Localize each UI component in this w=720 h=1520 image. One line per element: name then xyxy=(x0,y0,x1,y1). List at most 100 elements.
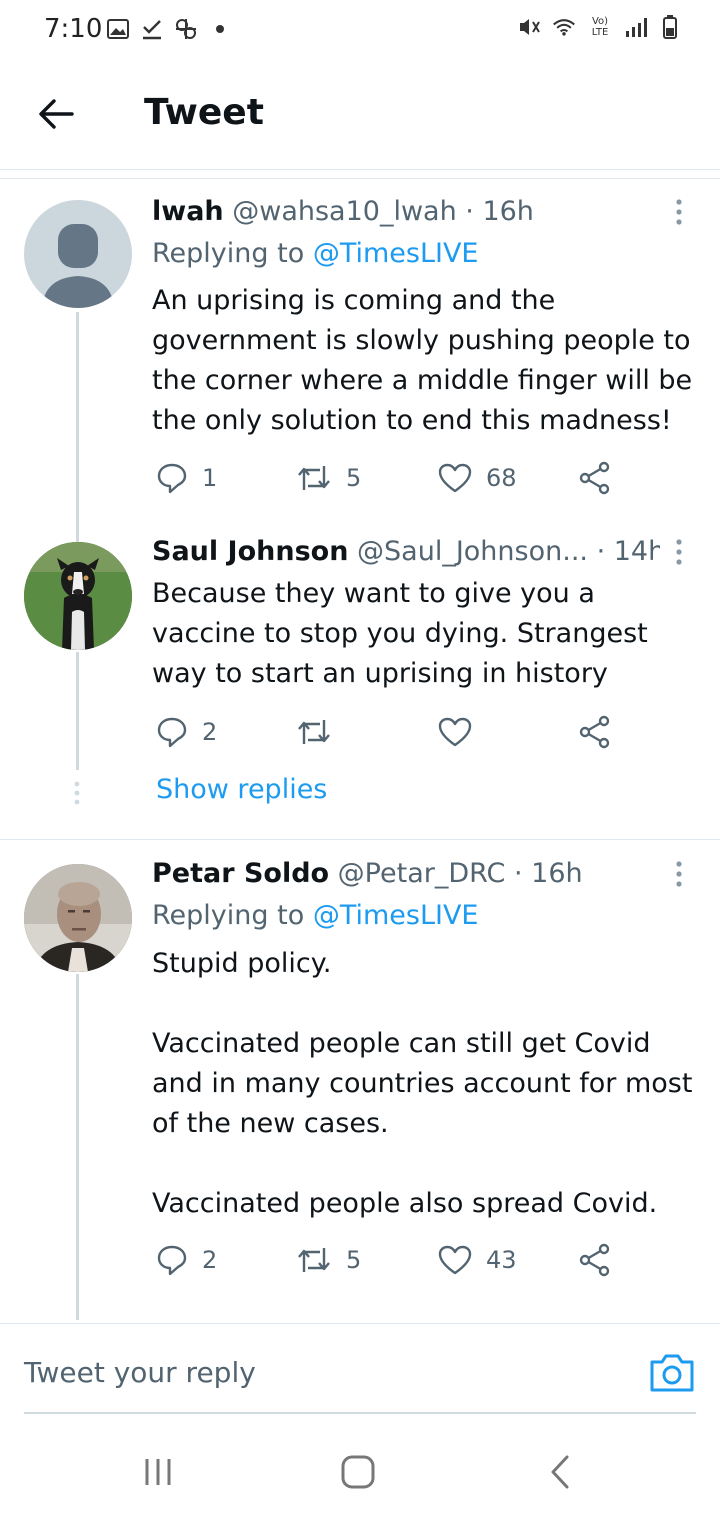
tweet-time: · 16h xyxy=(465,196,534,227)
share-button[interactable] xyxy=(578,1238,612,1282)
thread-line xyxy=(76,652,79,770)
reply-icon xyxy=(157,1245,187,1276)
tweet-time: · 14h xyxy=(596,536,660,567)
retweet-button[interactable] xyxy=(296,710,346,754)
share-icon xyxy=(579,1243,610,1277)
tweet-time: · 16h xyxy=(514,858,583,889)
retweet-icon xyxy=(298,720,330,744)
status-time: 7:10 xyxy=(44,14,103,44)
tweet-card[interactable]: Petar Soldo @Petar_DRC · 16h Replying to… xyxy=(0,840,720,1322)
retweet-icon xyxy=(298,466,330,490)
thread-line xyxy=(76,974,79,1320)
author-handle[interactable]: @Saul_Johnson... xyxy=(357,536,588,567)
wifi-icon xyxy=(552,14,576,40)
back-button[interactable] xyxy=(30,88,82,140)
tweet-text: Stupid policy. Vaccinated people can sti… xyxy=(152,948,693,1219)
reply-composer[interactable]: Tweet your reply xyxy=(0,1324,720,1416)
more-vertical-icon xyxy=(676,539,682,565)
like-button[interactable] xyxy=(438,710,486,754)
tweet-actions: 2 5 43 xyxy=(152,1238,632,1282)
like-button[interactable]: 43 xyxy=(438,1238,517,1282)
back-nav-button[interactable] xyxy=(530,1450,590,1494)
check-download-icon xyxy=(140,16,164,42)
heart-icon xyxy=(438,717,472,747)
show-replies-row: Show replies xyxy=(0,770,720,816)
image-icon xyxy=(106,16,130,42)
show-replies-link[interactable]: Show replies xyxy=(156,774,327,805)
tweet-card[interactable]: Saul Johnson @Saul_Johnson... · 14h Beca… xyxy=(0,520,720,770)
mention-link[interactable]: @TimesLIVE xyxy=(313,900,479,931)
page-title: Tweet xyxy=(144,92,264,133)
mute-icon xyxy=(518,14,542,40)
author-handle[interactable]: @wahsa10_lwah xyxy=(232,196,456,227)
arrow-left-icon xyxy=(39,99,74,129)
more-options-button[interactable] xyxy=(666,854,692,894)
share-icon xyxy=(579,715,610,749)
tweet-text: An uprising is coming and the government… xyxy=(152,285,693,436)
reply-button[interactable]: 2 xyxy=(156,710,217,754)
more-vertical-icon xyxy=(676,199,682,225)
tweet-card[interactable]: lwah @wahsa10_lwah · 16h Replying to @Ti… xyxy=(0,180,720,520)
retweet-count: 5 xyxy=(346,464,362,492)
home-icon xyxy=(341,1455,375,1489)
reply-input[interactable]: Tweet your reply xyxy=(24,1356,256,1389)
status-bar: 7:10 Vo) LTE xyxy=(0,0,720,62)
reply-count: 1 xyxy=(202,464,218,492)
pinwheel-icon xyxy=(174,16,198,42)
dot-icon xyxy=(208,16,232,42)
profile-photo-image xyxy=(24,864,132,972)
thread-line xyxy=(76,520,79,542)
heart-icon xyxy=(438,463,472,493)
divider xyxy=(0,171,720,179)
top-app-bar: Tweet xyxy=(0,62,720,170)
retweet-count: 5 xyxy=(346,1246,362,1274)
battery-icon xyxy=(658,14,682,40)
recent-apps-button[interactable] xyxy=(128,1450,188,1494)
reply-icon xyxy=(157,717,187,748)
reply-button[interactable]: 2 xyxy=(156,1238,217,1282)
thread-dots-icon xyxy=(74,781,80,805)
signal-icon xyxy=(624,14,648,40)
tweet-text: Because they want to give you a vaccine … xyxy=(152,578,648,689)
retweet-button[interactable]: 5 xyxy=(296,1238,361,1282)
retweet-icon xyxy=(298,1248,330,1272)
avatar[interactable] xyxy=(24,200,132,308)
volte-icon: Vo) LTE xyxy=(591,16,609,38)
like-count: 43 xyxy=(486,1246,517,1274)
replying-to: Replying to @TimesLIVE xyxy=(152,238,479,269)
reply-icon xyxy=(157,463,187,494)
avatar[interactable] xyxy=(24,864,132,972)
share-button[interactable] xyxy=(578,456,612,500)
more-options-button[interactable] xyxy=(666,192,692,232)
camera-icon xyxy=(650,1354,694,1392)
retweet-button[interactable]: 5 xyxy=(296,456,361,500)
reply-underline xyxy=(24,1412,696,1414)
mention-link[interactable]: @TimesLIVE xyxy=(313,238,479,269)
tweet-actions: 1 5 68 xyxy=(152,456,632,500)
thread-line xyxy=(76,312,79,520)
like-button[interactable]: 68 xyxy=(438,456,517,500)
camera-button[interactable] xyxy=(648,1348,696,1396)
avatar[interactable] xyxy=(24,542,132,650)
reply-count: 2 xyxy=(202,718,218,746)
more-options-button[interactable] xyxy=(666,532,692,572)
author-name[interactable]: Petar Soldo xyxy=(152,858,329,889)
system-nav-bar xyxy=(0,1420,720,1520)
dog-avatar-image xyxy=(24,542,132,650)
home-button[interactable] xyxy=(328,1450,388,1494)
like-count: 68 xyxy=(486,464,517,492)
reply-button[interactable]: 1 xyxy=(156,456,217,500)
author-name[interactable]: lwah xyxy=(152,196,224,227)
default-avatar-icon xyxy=(42,224,114,308)
share-icon xyxy=(579,461,610,495)
more-vertical-icon xyxy=(676,861,682,887)
share-button[interactable] xyxy=(578,710,612,754)
tweet-actions: 2 xyxy=(152,710,632,754)
heart-icon xyxy=(438,1245,472,1275)
replying-to: Replying to @TimesLIVE xyxy=(152,900,479,931)
author-handle[interactable]: @Petar_DRC xyxy=(338,858,506,889)
author-name[interactable]: Saul Johnson xyxy=(152,536,348,567)
reply-count: 2 xyxy=(202,1246,218,1274)
recent-apps-icon xyxy=(145,1459,171,1485)
chevron-left-icon xyxy=(551,1455,569,1489)
